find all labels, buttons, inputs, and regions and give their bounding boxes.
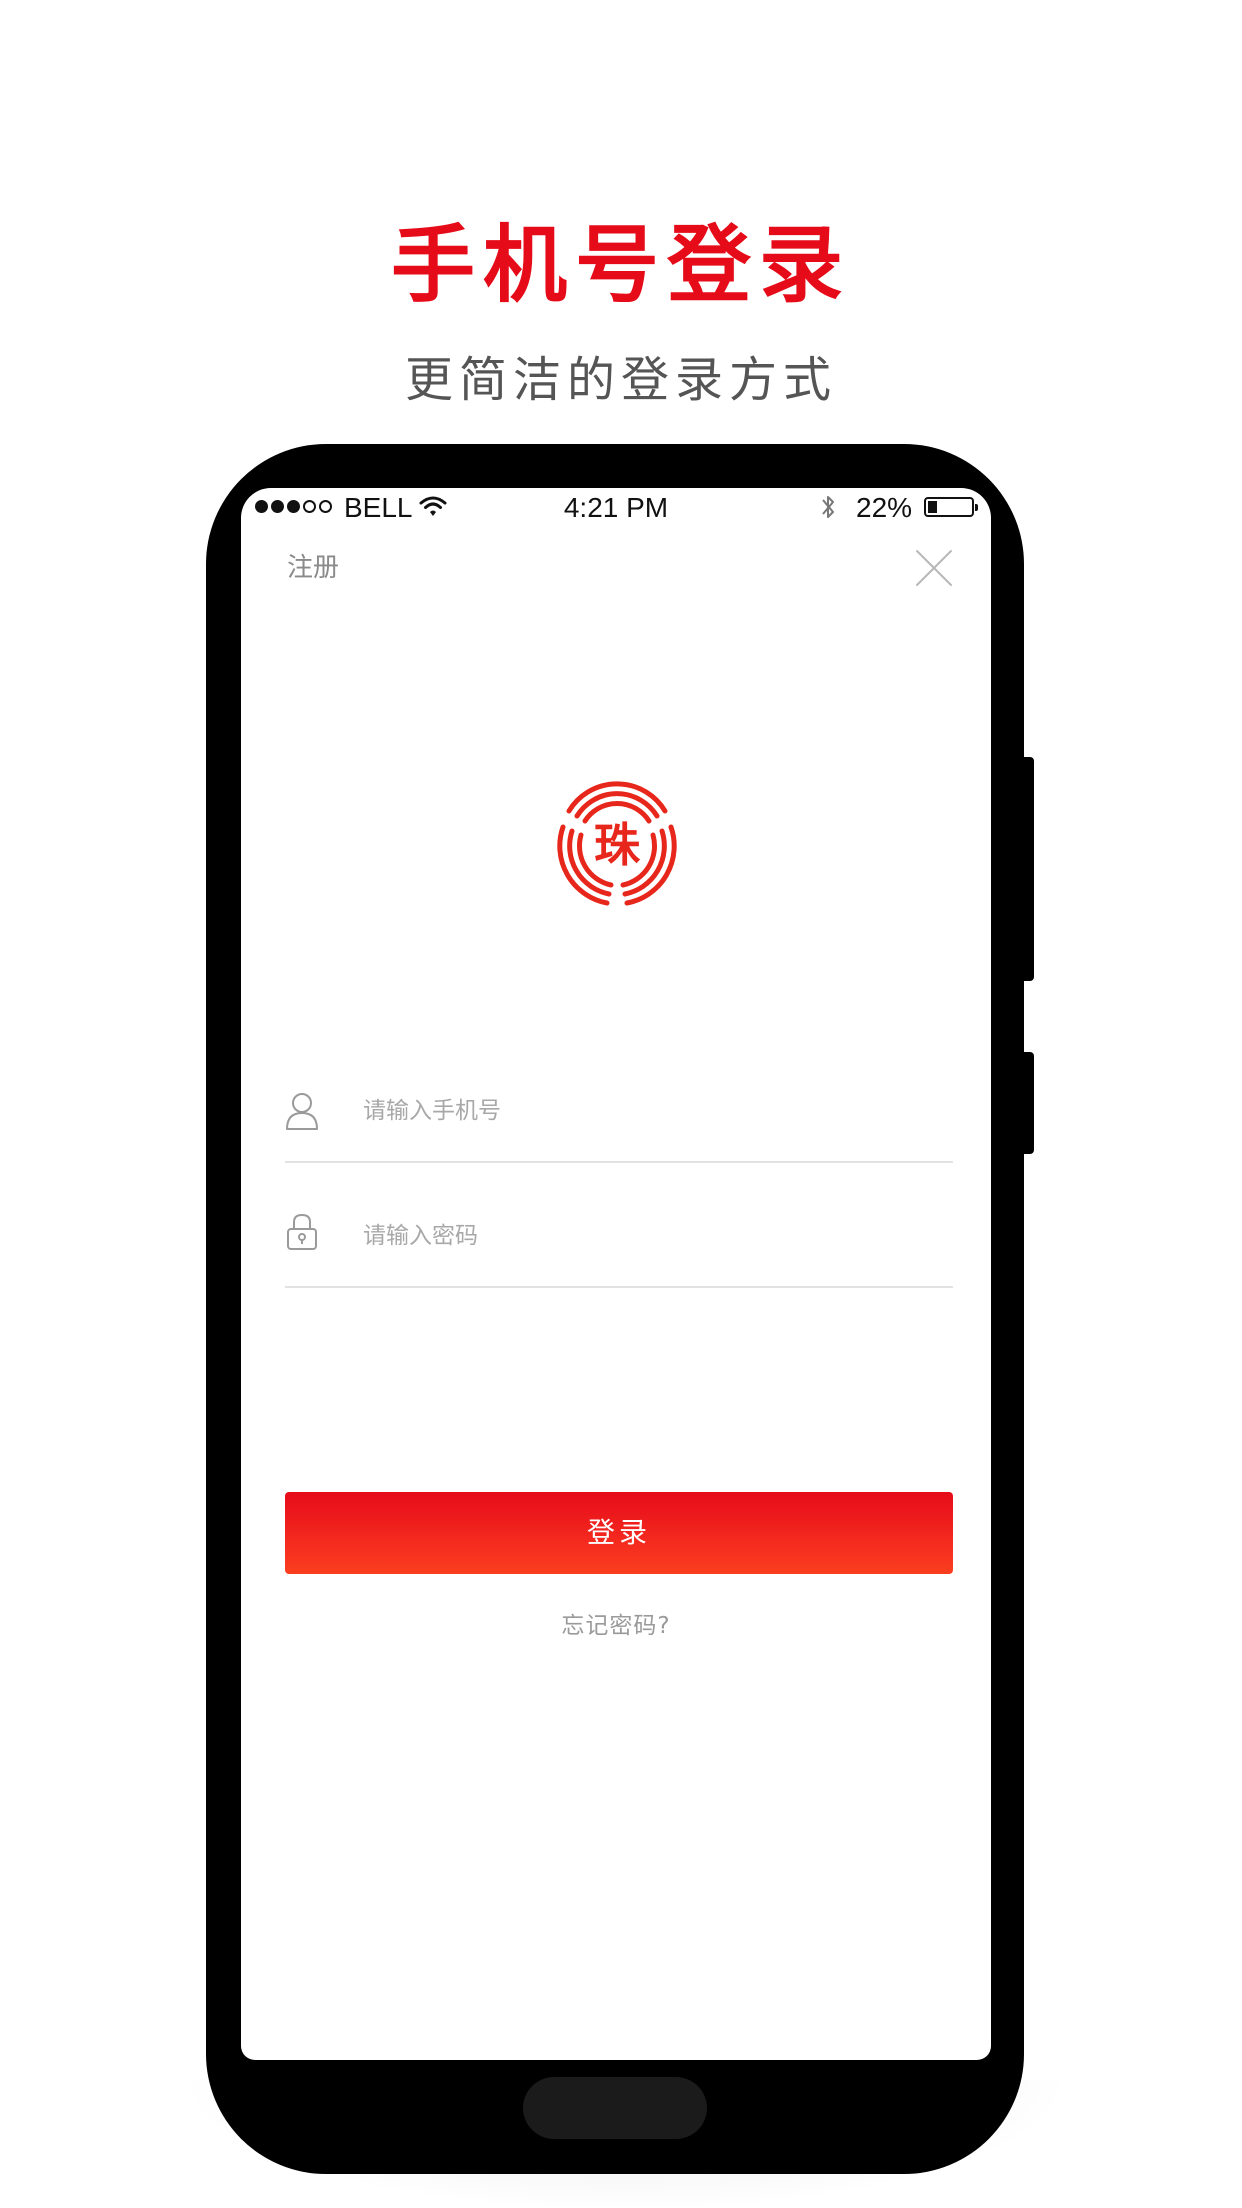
phone-home-button [523, 2077, 707, 2139]
status-bar: BELL 4:21 PM 22% [241, 488, 991, 528]
battery-level-fill [928, 501, 937, 513]
app-logo: 珠 [547, 771, 687, 911]
password-field [285, 1206, 953, 1288]
phone-side-button-upper [1018, 757, 1034, 981]
battery-icon [924, 497, 978, 517]
close-button[interactable] [914, 548, 954, 588]
phone-side-button-lower [1018, 1052, 1034, 1154]
logo-character: 珠 [594, 818, 641, 872]
login-screen: BELL 4:21 PM 22% 注册 珠 请输入手机号 登录 忘记密码? [241, 488, 991, 2060]
phone-field [285, 1079, 953, 1163]
login-button[interactable]: 登录 [285, 1492, 953, 1574]
bluetooth-icon [819, 492, 837, 529]
password-input[interactable] [363, 1214, 943, 1258]
battery-percent: 22% [856, 492, 913, 523]
user-icon [285, 1091, 319, 1131]
phone-input[interactable] [363, 1089, 943, 1133]
lock-icon [285, 1212, 319, 1252]
forgot-password-link[interactable]: 忘记密码? [241, 1608, 991, 1644]
promo-title: 手机号登录 [390, 216, 851, 314]
promo-page: 手机号登录 更简洁的登录方式 BELL 4:21 PM 22% 注册 珠 请输入… [0, 0, 1242, 2208]
register-link[interactable]: 注册 [287, 548, 339, 588]
promo-subtitle: 更简洁的登录方式 [404, 352, 837, 408]
close-icon [916, 550, 952, 586]
